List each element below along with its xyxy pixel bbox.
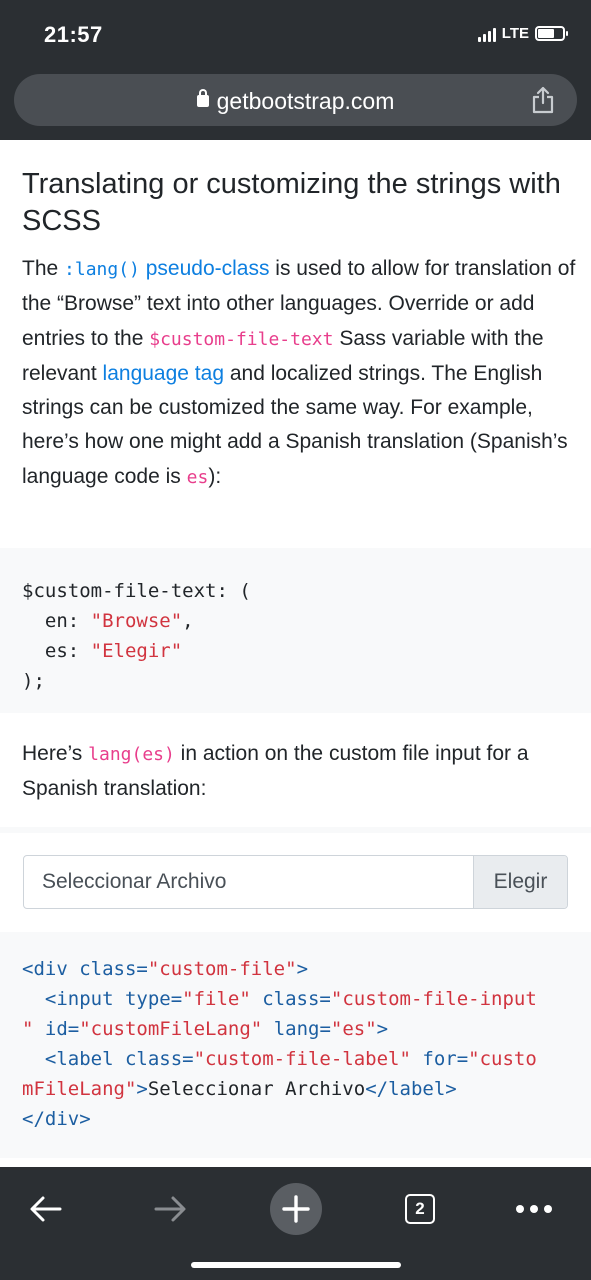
code-token: > (376, 1018, 389, 1040)
code-token: $custom-file-text (22, 580, 217, 602)
code-token: en: (22, 610, 91, 632)
back-arrow-icon (30, 1196, 62, 1222)
text-fragment: Here’s (22, 742, 89, 765)
inline-code-lang[interactable]: :lang() (64, 259, 140, 280)
code-token: "custom-file-label" (193, 1048, 411, 1070)
tabs-button[interactable]: 2 (388, 1177, 452, 1241)
pseudo-class-link[interactable]: pseudo-class (146, 257, 270, 280)
code-token: type= (113, 988, 183, 1010)
share-icon[interactable] (531, 86, 555, 114)
html-code-block: <div class="custom-file"> <input type="f… (0, 932, 591, 1158)
code-token: "Elegir" (90, 640, 183, 662)
browse-button[interactable]: Elegir (473, 856, 567, 908)
status-time: 21:57 (44, 22, 103, 47)
battery-icon (535, 26, 568, 41)
code-token: : ( (216, 580, 251, 602)
code-token: </label> (365, 1078, 457, 1100)
code-token: "es" (330, 1018, 377, 1040)
signal-icon (477, 26, 496, 42)
url-domain[interactable]: getbootstrap.com (217, 88, 395, 114)
url-text-row[interactable]: getbootstrap.com (14, 88, 577, 115)
browser-url-area: getbootstrap.com (0, 66, 591, 140)
code-token: lang= (262, 1018, 331, 1040)
inline-code-variable: $custom-file-text (149, 328, 334, 350)
text-fragment: ): (208, 464, 222, 488)
code-token: <input (22, 988, 114, 1010)
inline-code-es: es (186, 466, 209, 488)
custom-file-input[interactable]: Seleccionar Archivo Elegir (23, 855, 568, 909)
code-token: " (22, 1018, 34, 1040)
code-token: "custom-file-input (330, 988, 537, 1010)
network-type: LTE (501, 25, 529, 42)
forward-arrow-icon (154, 1196, 186, 1222)
code-token: <label (22, 1048, 114, 1070)
example-preview: Seleccionar Archivo Elegir (0, 827, 591, 933)
status-indicators: LTE (477, 25, 568, 42)
code-token: </div> (22, 1108, 91, 1130)
plus-icon (282, 1195, 310, 1223)
code-token: "custo (468, 1048, 537, 1070)
code-token: class= (67, 958, 148, 980)
section-heading: Translating or customizing the strings w… (22, 168, 561, 237)
code-token: "customFileLang" (79, 1018, 263, 1040)
code-token: "Browse" (90, 610, 183, 632)
status-bar: 21:57 LTE (0, 0, 591, 66)
tabs-icon: 2 (405, 1194, 435, 1224)
code-token: > (136, 1078, 148, 1100)
code-token: > (296, 958, 309, 980)
code-token: mFileLang" (22, 1078, 137, 1100)
inline-code-lang-es: lang(es) (88, 744, 175, 765)
new-tab-button[interactable] (264, 1177, 328, 1241)
code-token: <div (22, 958, 68, 980)
tabs-count: 2 (415, 1199, 425, 1218)
html-code: <div class="custom-file"> <input type="f… (22, 954, 537, 1134)
url-bar[interactable]: getbootstrap.com (14, 74, 577, 126)
code-token: Seleccionar Archivo (147, 1078, 366, 1100)
code-token: class= (113, 1048, 194, 1070)
more-dots-icon (516, 1205, 552, 1213)
code-token: , (182, 610, 194, 632)
page-content: Translating or customizing the strings w… (0, 140, 591, 1167)
intro-paragraph: The :lang() pseudo-class is used to allo… (22, 252, 577, 495)
forward-button[interactable] (138, 1177, 202, 1241)
code-token: "custom-file" (147, 958, 297, 980)
new-tab-circle[interactable] (270, 1183, 322, 1235)
text-fragment: The (22, 257, 65, 280)
lock-icon (196, 88, 209, 107)
code-token: id= (33, 1018, 80, 1040)
back-button[interactable] (14, 1177, 78, 1241)
more-button[interactable] (502, 1177, 566, 1241)
example-paragraph: Here’s lang(es) in action on the custom … (22, 737, 577, 807)
code-token: es: (22, 640, 91, 662)
code-token: "file" (182, 988, 251, 1010)
code-token: for= (410, 1048, 469, 1070)
scss-code: $custom-file-text: ( en: "Browse", es: "… (22, 576, 251, 696)
code-token: class= (250, 988, 331, 1010)
home-indicator[interactable] (191, 1262, 401, 1268)
scss-code-block: $custom-file-text: ( en: "Browse", es: "… (0, 548, 591, 713)
file-input-label[interactable]: Seleccionar Archivo (42, 870, 226, 894)
language-tag-link[interactable]: language tag (103, 362, 224, 385)
code-token: ); (22, 670, 45, 692)
